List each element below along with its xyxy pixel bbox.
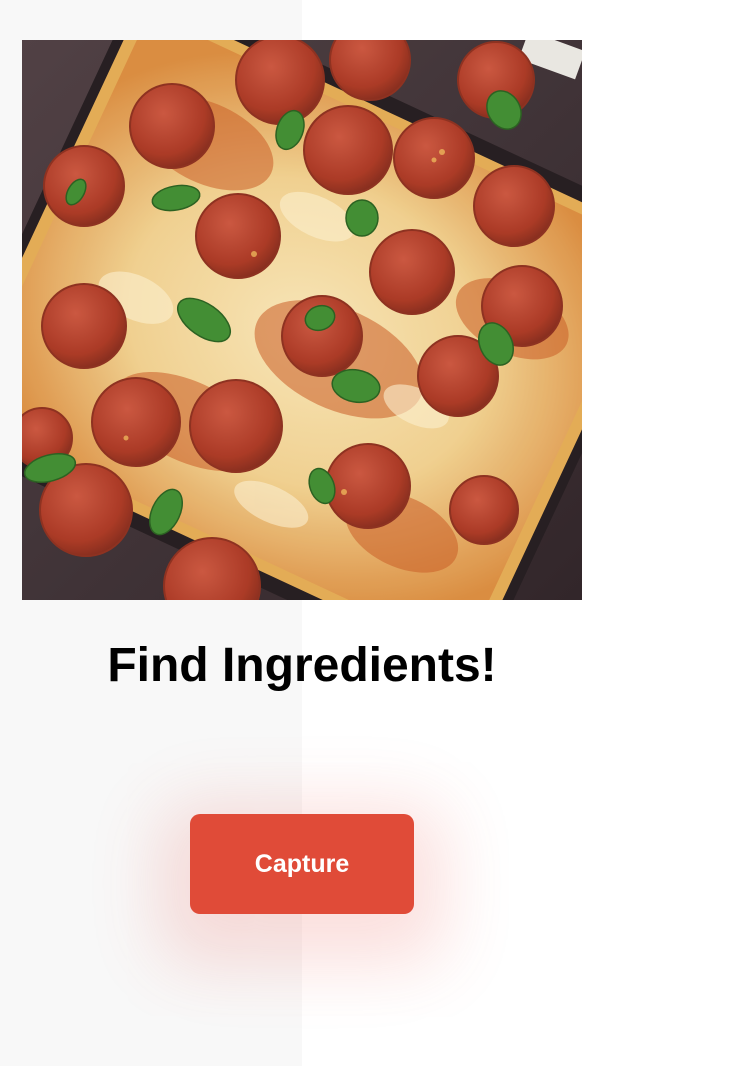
page-title: Find Ingredients! [107, 639, 497, 692]
app-screen: Find Ingredients! Capture [0, 0, 748, 1066]
capture-button[interactable]: Capture [190, 814, 414, 914]
food-photo [22, 40, 582, 600]
pizza-image [22, 40, 582, 600]
